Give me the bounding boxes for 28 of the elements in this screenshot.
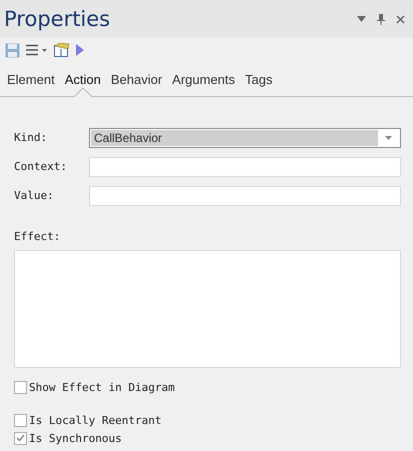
menu-icon[interactable] [26,44,48,56]
field-label: Effect: [14,230,62,243]
play-icon[interactable] [76,44,84,56]
tab[interactable]: Tags [240,62,278,96]
field-label: Context: [14,160,68,173]
caret-icon[interactable] [385,136,392,140]
checkbox[interactable] [14,432,27,444]
input-field[interactable] [89,156,401,176]
close-icon[interactable] [396,14,405,24]
kind-dropdown[interactable]: CallBehavior [89,128,401,148]
window-icon[interactable] [54,43,70,57]
checkbox-label: Show Effect in Diagram [29,380,175,394]
window-title: Properties [4,7,110,31]
tab[interactable]: Element [2,62,60,96]
effect-field[interactable] [14,250,401,368]
checkbox[interactable] [14,414,27,426]
dropdown-icon[interactable] [357,16,366,22]
field-label: Kind: [14,131,48,144]
save-icon[interactable] [5,42,20,58]
checkbox[interactable] [14,380,27,394]
tab[interactable]: Action [60,62,106,96]
checkbox-label: Is Locally Reentrant [29,414,162,426]
field-label: Value: [14,189,55,202]
tab[interactable]: Arguments [167,62,240,96]
checkbox-label: Is Synchronous [29,432,122,444]
tab[interactable]: Behavior [106,62,168,96]
input-field[interactable] [89,186,401,206]
pin-icon[interactable] [377,14,385,24]
